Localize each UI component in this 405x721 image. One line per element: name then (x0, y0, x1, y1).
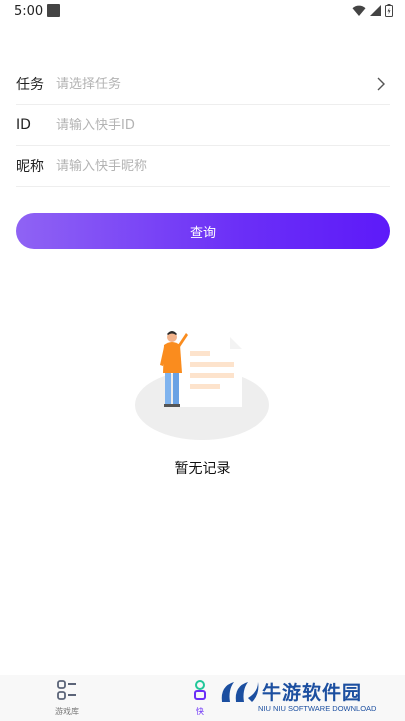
id-row: ID (16, 105, 390, 146)
id-input[interactable] (56, 117, 390, 133)
kuaishou-icon (194, 680, 206, 700)
status-time: 5:00 (14, 4, 44, 19)
nickname-input[interactable] (56, 158, 390, 174)
status-bar: 5:00 (0, 0, 405, 24)
wifi-icon (352, 5, 366, 16)
watermark-title: 牛游软件园 (262, 682, 363, 704)
empty-records-illustration (135, 331, 269, 440)
tab-kuaishou-label: 快 (196, 707, 204, 716)
task-label: 任务 (16, 77, 44, 93)
query-button[interactable]: 查询 (16, 213, 390, 249)
battery-icon (385, 4, 393, 17)
watermark: 牛游软件园 NIU NIU SOFTWARE DOWNLOAD (218, 678, 398, 718)
signal-icon (370, 5, 381, 16)
nickname-label: 昵称 (16, 159, 44, 175)
tab-game-library-label: 游戏库 (55, 707, 79, 716)
records-query-page: 5:00 任务 ID (0, 0, 405, 721)
query-form: 任务 ID 昵称 (16, 64, 390, 187)
game-library-icon (57, 680, 76, 700)
id-label: ID (16, 117, 31, 133)
watermark-logo (221, 682, 259, 702)
task-select[interactable] (56, 76, 390, 92)
watermark-subtitle: NIU NIU SOFTWARE DOWNLOAD (258, 704, 377, 713)
chevron-right-icon (377, 77, 385, 91)
status-icons (352, 4, 393, 17)
nickname-row: 昵称 (16, 146, 390, 187)
empty-state-text: 暂无记录 (174, 461, 231, 477)
tab-game-library[interactable]: 游戏库 (47, 679, 87, 717)
tab-kuaishou[interactable]: 快 (180, 679, 220, 717)
notification-icon (47, 4, 60, 17)
task-row[interactable]: 任务 (16, 64, 390, 105)
